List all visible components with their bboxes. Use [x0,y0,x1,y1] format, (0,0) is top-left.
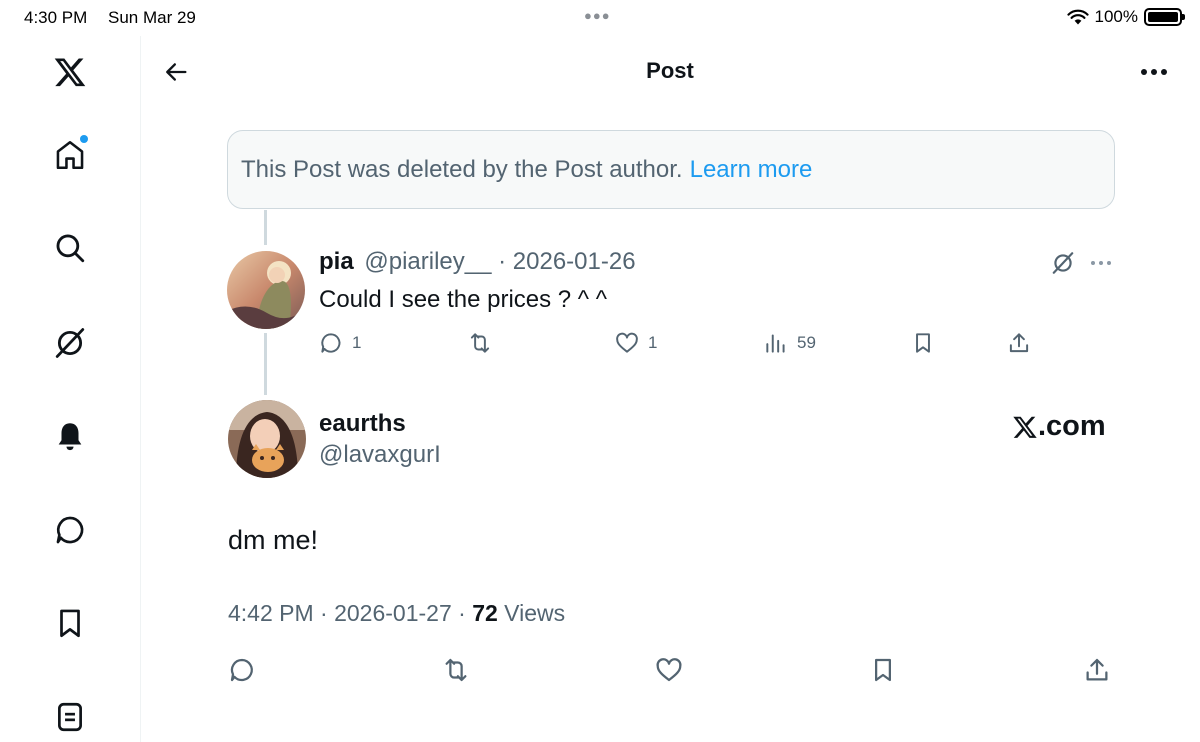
home-icon[interactable] [48,133,92,177]
reply-author-name[interactable]: pia [319,248,354,275]
deleted-notice-text: This Post was deleted by the Post author… [241,155,683,183]
views-icon [766,334,785,353]
post-views-count: 72 [472,600,498,626]
repost-icon [470,333,490,353]
reply-reply-count: 1 [352,333,362,352]
thread-line-bottom [264,333,267,395]
x-logo-icon [1013,416,1037,438]
share-icon [1009,333,1029,353]
more-options-button[interactable] [1132,52,1176,92]
thread-line-top [264,210,267,245]
like-icon [656,658,682,682]
back-button[interactable] [156,52,196,92]
wifi-icon [1066,9,1089,25]
post-views-label: Views [504,600,566,626]
reply-grok-button[interactable] [1050,250,1078,278]
home-notification-dot [80,135,88,143]
reply-bookmark-button[interactable] [910,330,936,356]
status-right: 100% [1066,7,1185,27]
reply-like-count: 1 [648,333,658,352]
post-author-name[interactable]: eaurths [319,410,406,438]
grok-icon[interactable] [48,321,92,365]
learn-more-link[interactable]: Learn more [690,156,813,184]
watermark-text: .com [1038,410,1106,442]
reply-author-handle[interactable]: @piariley__ [364,248,491,275]
search-icon[interactable] [48,226,92,270]
bookmark-icon[interactable] [48,601,92,645]
post-share-button[interactable] [1079,652,1115,688]
post-meta: 4:42 PM · 2026-01-27 · 72 Views [228,600,565,627]
back-arrow-icon [166,63,187,81]
reply-icon [230,658,253,682]
post-bookmark-button[interactable] [865,652,901,688]
messages-icon[interactable] [48,508,92,552]
x-com-watermark: .com [1012,410,1106,443]
lists-icon[interactable] [48,695,92,739]
post-reply-button[interactable] [224,652,260,688]
status-time: 4:30 PM [24,8,88,27]
bell-icon[interactable] [48,414,92,458]
reply-icon [321,333,341,353]
more-icon [1141,69,1167,75]
post-text: dm me! [228,525,319,555]
deleted-post-notice: This Post was deleted by the Post author… [227,130,1115,209]
page-title: Post [646,58,694,83]
x-logo-icon[interactable] [48,50,92,94]
reply-views-count: 59 [797,333,816,352]
status-date: Sun Mar 29 [108,8,196,27]
post-date[interactable]: · 2026-01-27 · [320,600,466,626]
share-icon [1086,658,1108,681]
reply-like-button[interactable]: 1 [614,330,657,356]
post-time[interactable]: 4:42 PM [228,600,314,626]
like-icon [616,332,638,353]
bookmark-icon [875,658,891,682]
sidebar [0,36,141,742]
reply-reply-button[interactable]: 1 [318,330,361,356]
grok-icon [1052,252,1074,274]
reply-avatar[interactable] [227,251,305,329]
reply-share-button[interactable] [1006,330,1032,356]
status-bar: 4:30 PM Sun Mar 29 ●●● 100% [0,0,1200,36]
battery-percent: 100% [1094,7,1138,26]
post-author-avatar[interactable] [228,400,306,478]
reply-text: Could I see the prices ? ^ ^ [319,286,607,313]
battery-icon [1144,8,1185,26]
reply-more-button[interactable] [1088,250,1114,276]
reply-repost-button[interactable] [467,330,493,356]
repost-icon [445,658,467,682]
reply-date[interactable]: · 2026-01-26 [498,248,635,275]
reply-views-button[interactable]: 59 [763,330,816,356]
post-repost-button[interactable] [438,652,474,688]
multitasking-dots-icon[interactable]: ●●● [584,8,611,23]
bookmark-icon [916,333,930,353]
reply-header: pia @piariley__ · 2026-01-26 [319,248,636,276]
post-like-button[interactable] [651,652,687,688]
more-icon [1091,261,1111,265]
post-author-handle[interactable]: @lavaxgurI [319,441,441,469]
